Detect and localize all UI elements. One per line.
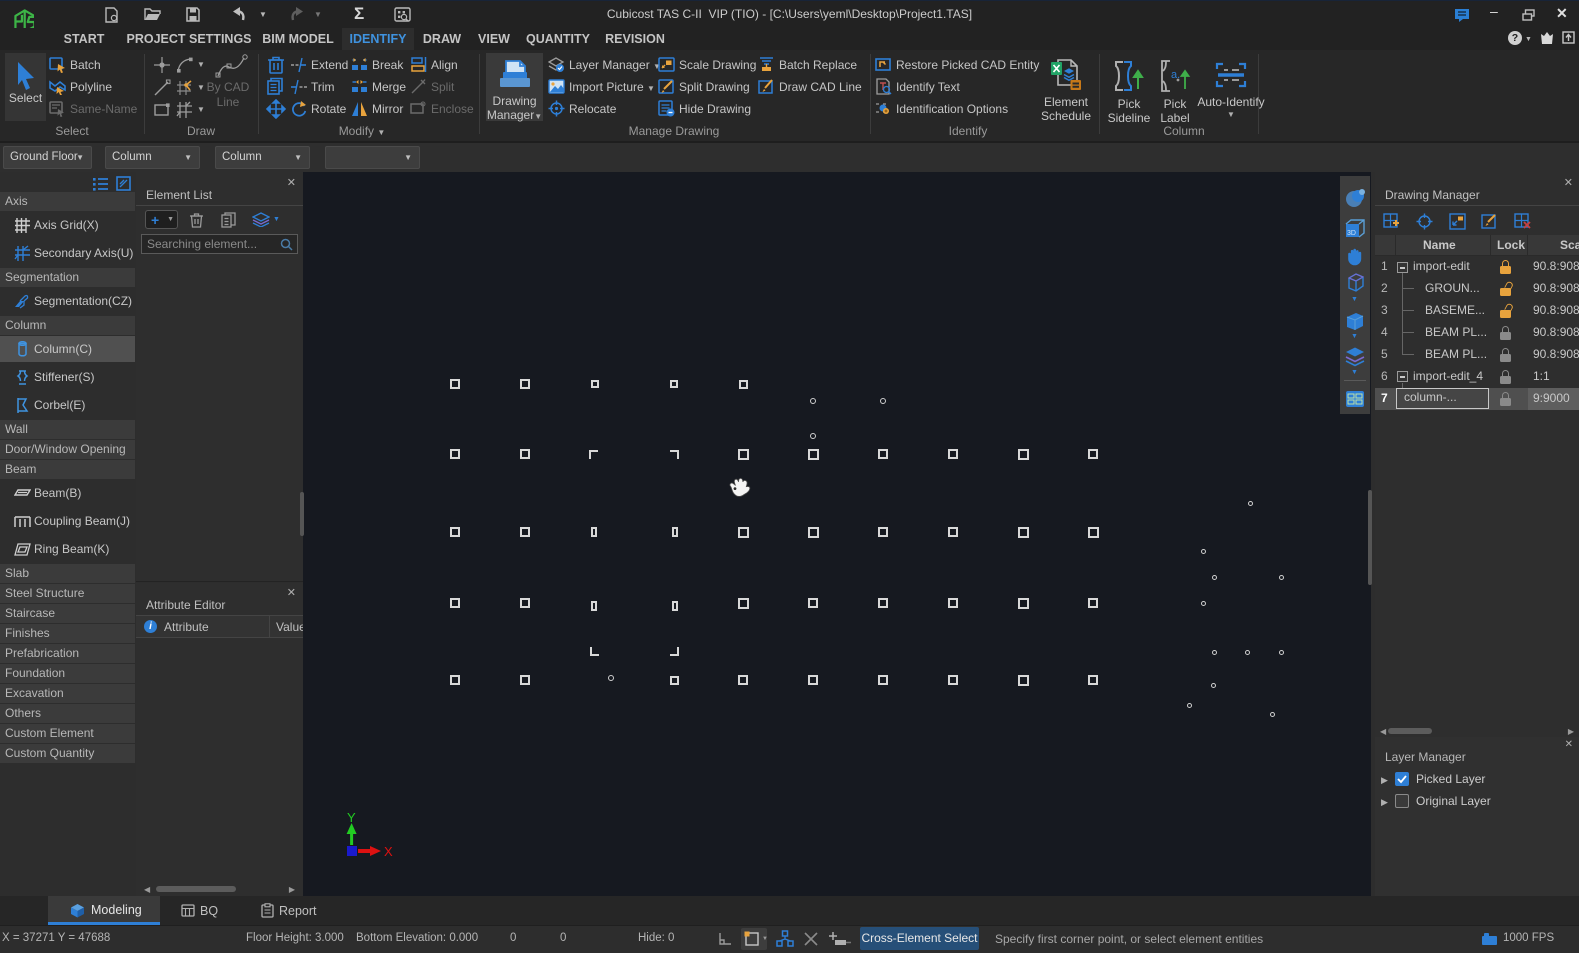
svg-text:Y: Y [347,810,356,825]
svg-text:3D: 3D [1347,230,1356,237]
svg-text:X: X [384,844,393,859]
